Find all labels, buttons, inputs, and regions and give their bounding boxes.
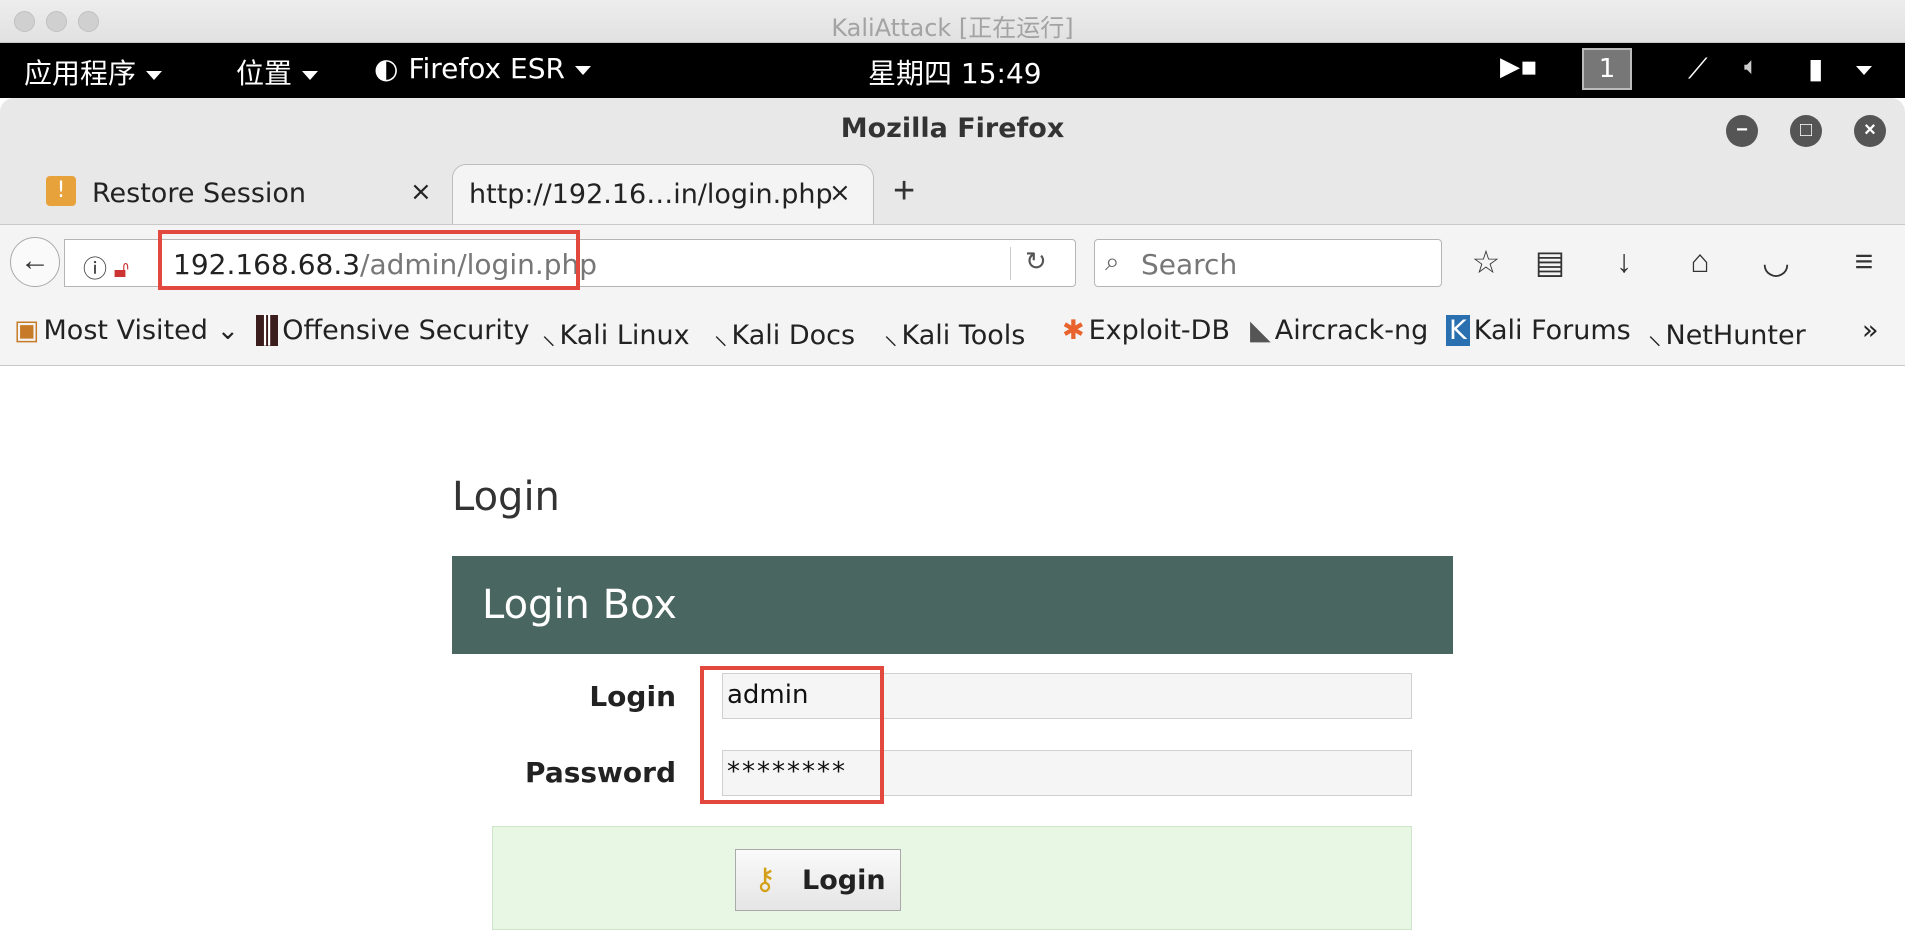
active-app-menu[interactable]: ◐ Firefox ESR	[374, 52, 591, 85]
bookmark-most-visited[interactable]: ▣ Most Visited ⌄	[14, 315, 239, 346]
kali-dragon-icon: ⸜	[714, 320, 728, 351]
aircrack-icon: ◣	[1250, 315, 1271, 346]
tab-restore-session[interactable]: ! Restore Session ×	[40, 164, 440, 224]
search-placeholder: Search	[1141, 248, 1238, 281]
battery-icon[interactable]: ▮	[1808, 52, 1823, 85]
network-icon[interactable]: ⟋	[1688, 52, 1708, 86]
back-button[interactable]: ←	[10, 237, 60, 287]
credentials-highlight-box	[700, 666, 884, 804]
close-tab-icon[interactable]: ×	[410, 177, 432, 207]
login-box-title: Login Box	[482, 582, 677, 628]
reading-list-icon[interactable]: ▤	[1530, 243, 1570, 281]
bookmarks-toolbar: ▣ Most Visited ⌄ ║ Offensive Security ⸜ Kal…	[0, 298, 1905, 366]
exploit-db-icon: ✱	[1062, 315, 1085, 346]
bookmark-kali-docs[interactable]: ⸜ Kali Docs	[714, 315, 855, 352]
reload-icon[interactable]: ↻	[1025, 246, 1047, 277]
workspace-indicator[interactable]: 1	[1582, 48, 1632, 90]
site-info-icon[interactable]: ⓘ 🔓︎	[83, 249, 129, 284]
vm-title-bar: KaliAttack [正在运行]	[0, 0, 1905, 43]
tab-label: http://192.16…in/login.php	[469, 179, 833, 210]
browser-window-title: Mozilla Firefox	[840, 113, 1065, 144]
tab-strip: ! Restore Session × http://192.16…in/log…	[0, 160, 1905, 224]
places-menu[interactable]: 位置	[236, 52, 319, 92]
bookmark-offensive-security[interactable]: ║ Offensive Security	[256, 315, 529, 346]
tab-label: Restore Session	[92, 178, 307, 209]
menu-hamburger-icon[interactable]: ≡	[1844, 243, 1884, 280]
maximize-button[interactable]: □	[1790, 115, 1822, 147]
login-box-header: Login Box	[452, 556, 1453, 654]
login-button-label: Login	[802, 865, 886, 896]
key-icon: ⚷	[754, 862, 776, 897]
form-button-area: ⚷ Login	[492, 826, 1412, 930]
login-label: Login	[589, 680, 676, 713]
kali-dragon-icon: ⸜	[542, 320, 556, 351]
system-menu-chevron-icon[interactable]	[1856, 52, 1872, 85]
url-highlight-box	[158, 230, 580, 290]
bookmark-kali-tools[interactable]: ⸜ Kali Tools	[884, 315, 1025, 352]
login-submit-button[interactable]: ⚷ Login	[735, 849, 901, 911]
kali-dragon-icon: ⸜	[1648, 320, 1662, 351]
password-label: Password	[525, 756, 676, 789]
bookmarks-overflow-chevron[interactable]: »	[1862, 315, 1879, 346]
firefox-title-bar: Mozilla Firefox − □ ×	[0, 98, 1905, 160]
applications-menu[interactable]: 应用程序	[24, 52, 163, 92]
close-tab-icon[interactable]: ×	[829, 178, 851, 208]
firefox-icon: ◐	[374, 52, 399, 85]
panel-clock[interactable]: 星期四 15:49	[868, 52, 1042, 92]
video-camera-icon[interactable]: ▶▪	[1500, 52, 1538, 82]
bookmark-star-icon[interactable]: ☆	[1466, 243, 1506, 281]
offsec-icon: ║	[256, 315, 279, 346]
volume-icon[interactable]: 🔈︎	[1744, 52, 1758, 80]
insecure-lock-icon: 🔓︎	[113, 256, 130, 283]
page-title: Login	[452, 474, 560, 520]
home-icon[interactable]: ⌂	[1680, 243, 1720, 280]
restore-session-icon: !	[46, 176, 76, 206]
kali-dragon-icon: ⸜	[884, 320, 898, 351]
search-box[interactable]: ⌕ Search	[1094, 239, 1442, 287]
gnome-top-panel: 应用程序 位置 ◐ Firefox ESR 星期四 15:49 ▶▪ 1 ⟋ 🔈︎…	[0, 43, 1905, 98]
bookmark-exploit-db[interactable]: ✱ Exploit-DB	[1062, 315, 1230, 346]
urlbar-separator	[1010, 247, 1011, 280]
kali-forums-icon: K	[1446, 315, 1470, 346]
minimize-button[interactable]: −	[1726, 115, 1758, 147]
bookmark-aircrack-ng[interactable]: ◣ Aircrack-ng	[1250, 315, 1428, 346]
bookmark-nethunter[interactable]: ⸜ NetHunter	[1648, 315, 1806, 352]
folder-icon: ▣	[14, 315, 40, 346]
close-window-button[interactable]: ×	[1854, 115, 1886, 147]
pocket-icon[interactable]: ◡	[1756, 243, 1796, 281]
tab-login-page[interactable]: http://192.16…in/login.php ×	[452, 164, 874, 224]
bookmark-kali-linux[interactable]: ⸜ Kali Linux	[542, 315, 690, 352]
new-tab-button[interactable]: +	[893, 170, 915, 213]
downloads-icon[interactable]: ↓	[1604, 243, 1644, 280]
search-icon: ⌕	[1105, 246, 1120, 276]
vm-window-title: KaliAttack [正在运行]	[831, 14, 1074, 42]
bookmark-kali-forums[interactable]: K Kali Forums	[1446, 315, 1631, 346]
